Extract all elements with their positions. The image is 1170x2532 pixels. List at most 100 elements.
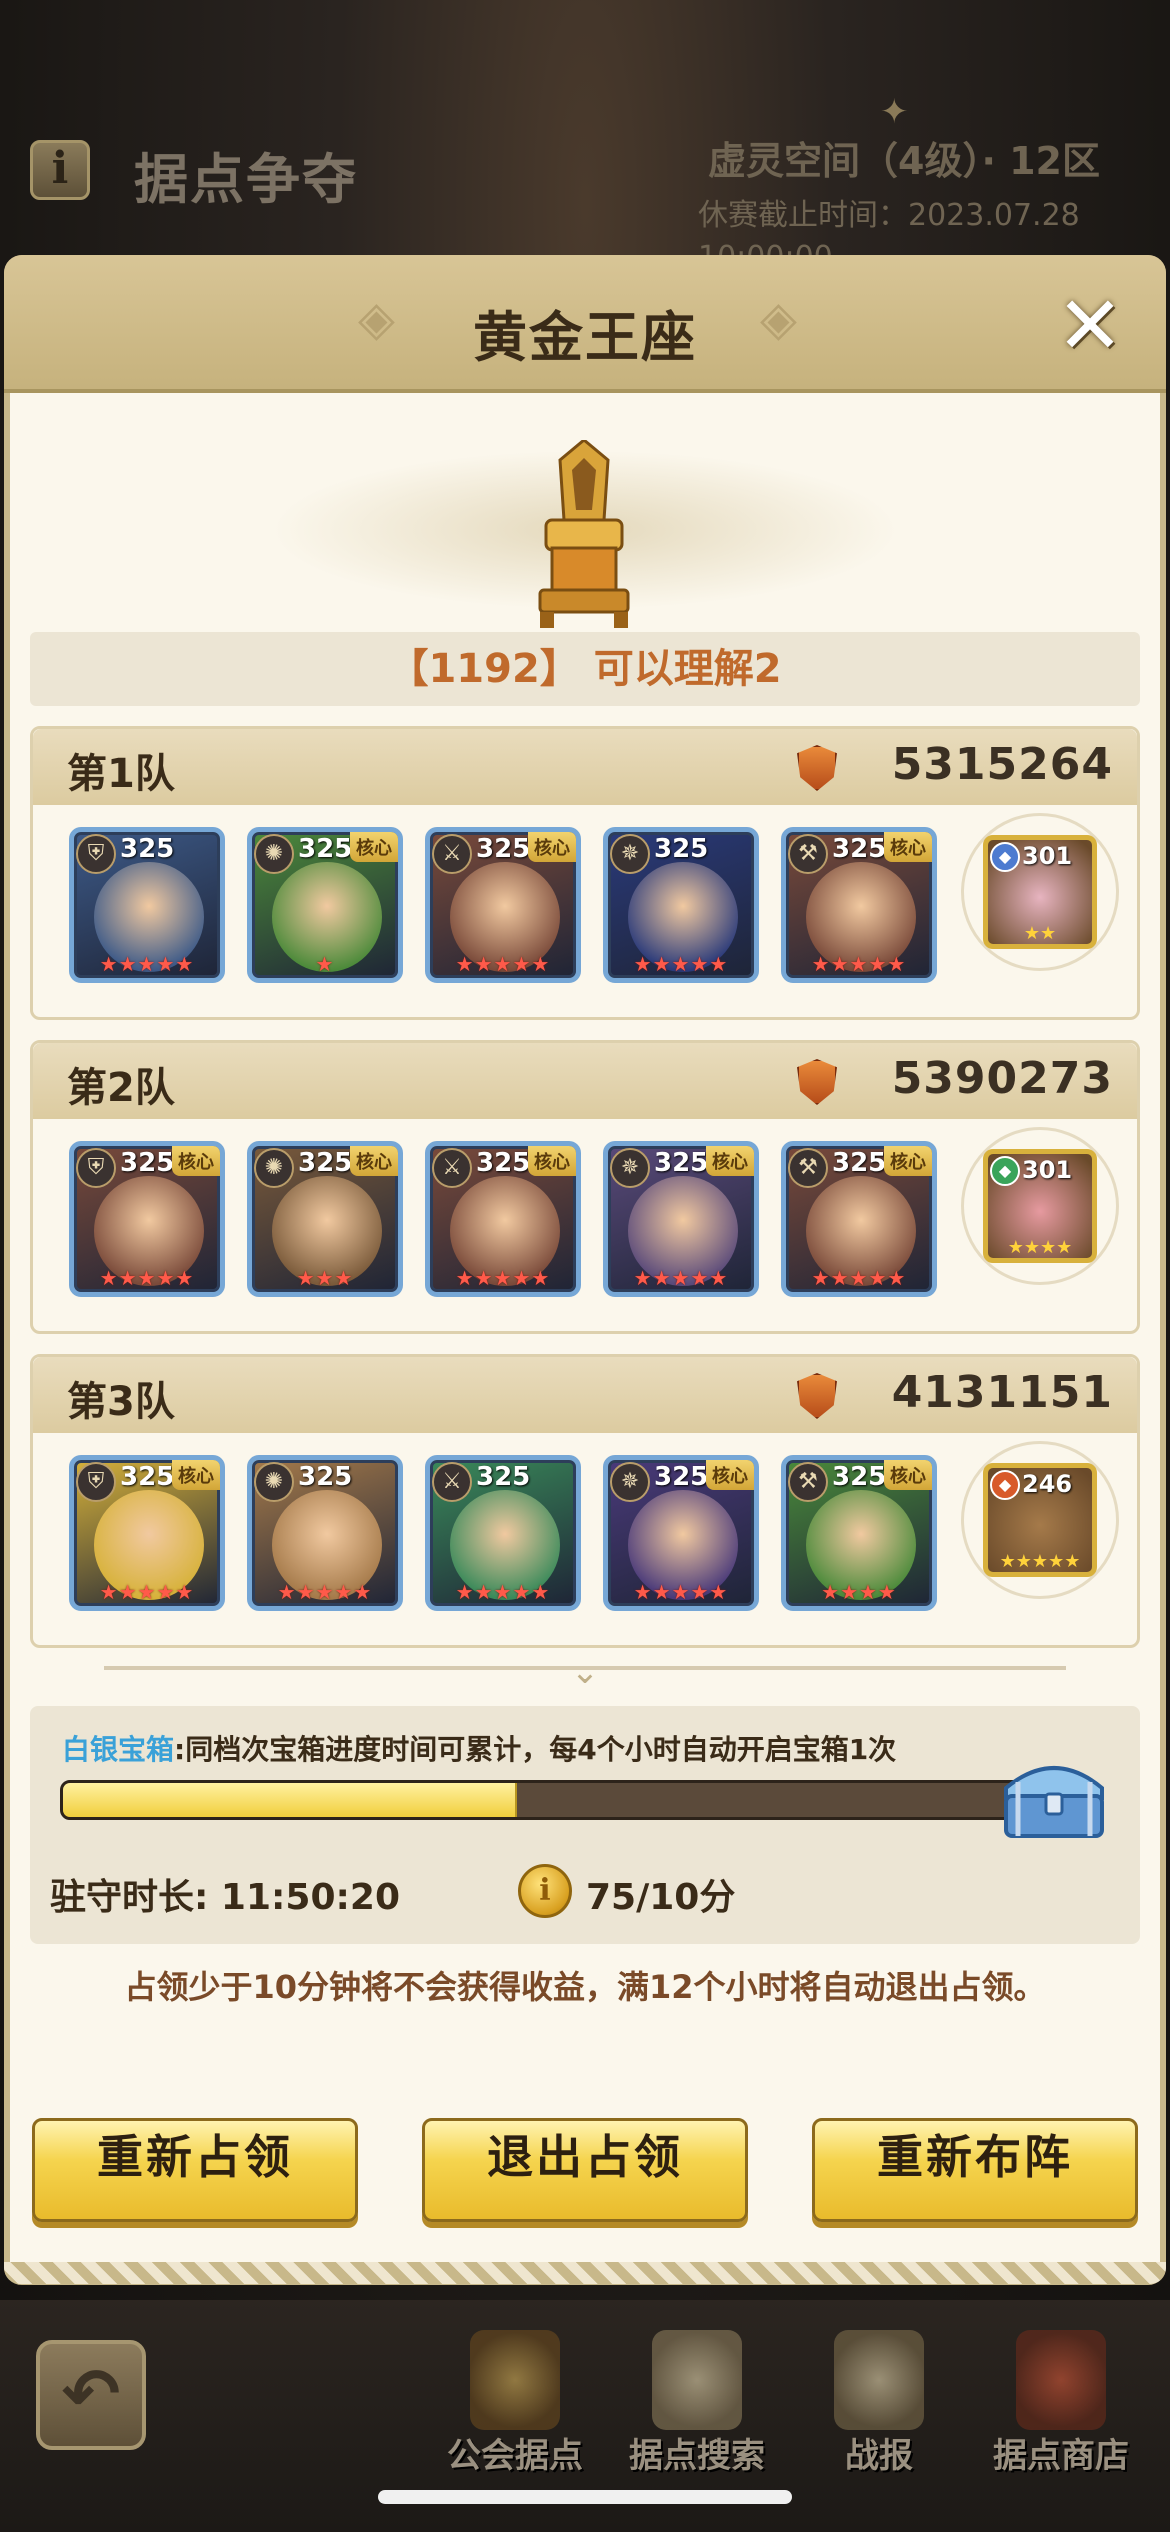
hero-card[interactable]: ⚒ 325 核心 ★★★★ bbox=[781, 1455, 937, 1611]
hero-level: 325 bbox=[298, 1148, 353, 1178]
class-icon: ⛨ bbox=[76, 834, 116, 874]
hero-card[interactable]: ✵ 325 核心 ★★★★★ bbox=[603, 1141, 759, 1297]
pet-stars: ★★★★★ bbox=[999, 1551, 1081, 1572]
nav-stronghold-search[interactable]: 据点搜索 bbox=[612, 2310, 782, 2480]
chevron-down-icon: ⌄ bbox=[570, 1652, 600, 1692]
power-shield-icon bbox=[797, 1059, 837, 1105]
hero-stars: ★★★★★ bbox=[633, 1580, 729, 1604]
core-badge: 核心 bbox=[706, 1460, 754, 1490]
hero-card[interactable]: ⚒ 325 核心 ★★★★★ bbox=[781, 827, 937, 983]
close-icon[interactable]: ✕ bbox=[1052, 286, 1128, 366]
pet-card[interactable]: ◆ 301 ★★★★ bbox=[961, 1127, 1119, 1285]
core-badge: 核心 bbox=[528, 1146, 576, 1176]
class-icon: ⚒ bbox=[788, 1148, 828, 1188]
hero-stars: ★★★★★ bbox=[633, 1266, 729, 1290]
pet-card[interactable]: ◆ 246 ★★★★★ bbox=[961, 1441, 1119, 1599]
team-power: 5315264 bbox=[891, 739, 1113, 790]
class-icon: ✺ bbox=[254, 834, 294, 874]
pet-stars: ★★★★ bbox=[1007, 1237, 1073, 1258]
hero-card[interactable]: ⛨ 325 ★★★★★ bbox=[69, 827, 225, 983]
hero-stars: ★★★★★ bbox=[99, 952, 195, 976]
hero-card[interactable]: ✺ 325 ★★★★★ bbox=[247, 1455, 403, 1611]
power-shield-icon bbox=[797, 745, 837, 791]
hero-stars: ★★★★★ bbox=[277, 1580, 373, 1604]
hero-card[interactable]: ✺ 325 核心 ★ bbox=[247, 827, 403, 983]
hero-stars: ★ bbox=[315, 952, 335, 976]
page-title: 据点争夺 bbox=[134, 148, 358, 211]
core-badge: 核心 bbox=[884, 1460, 932, 1490]
shop-icon bbox=[1016, 2330, 1106, 2430]
core-badge: 核心 bbox=[884, 1146, 932, 1176]
hero-card[interactable]: ⛨ 325 核心 ★★★★★ bbox=[69, 1455, 225, 1611]
core-badge: 核心 bbox=[350, 832, 398, 862]
pet-level: 301 bbox=[1022, 842, 1073, 870]
pet-level: 246 bbox=[1022, 1470, 1073, 1498]
pet-element-icon: ◆ bbox=[990, 1156, 1020, 1186]
hero-level: 325 bbox=[654, 834, 709, 864]
back-arrow-icon[interactable]: ↶ bbox=[36, 2340, 146, 2450]
silver-chest-icon[interactable] bbox=[996, 1748, 1112, 1844]
hero-level: 325 bbox=[654, 1148, 709, 1178]
coin-rate: 75/10分 bbox=[586, 1877, 736, 1918]
hero-card[interactable]: ✵ 325 核心 ★★★★★ bbox=[603, 1455, 759, 1611]
nav-label: 公会据点 bbox=[447, 2436, 583, 2476]
hero-card[interactable]: ⛨ 325 核心 ★★★★★ bbox=[69, 1141, 225, 1297]
pet-card[interactable]: ◆ 301 ★★ bbox=[961, 813, 1119, 971]
hero-stars: ★★★★★ bbox=[99, 1266, 195, 1290]
exit-occupation-button[interactable]: 退出占领 bbox=[422, 2118, 748, 2222]
nav-guild-stronghold[interactable]: 公会据点 bbox=[430, 2310, 600, 2480]
hero-card[interactable]: ⚔ 325 ★★★★★ bbox=[425, 1455, 581, 1611]
scroll-magnifier-icon bbox=[652, 2330, 742, 2430]
power-shield-icon bbox=[797, 1373, 837, 1419]
hero-stars: ★★★★★ bbox=[811, 1266, 907, 1290]
hero-stars: ★★★★★ bbox=[455, 952, 551, 976]
relineup-button[interactable]: 重新布阵 bbox=[812, 2118, 1138, 2222]
core-badge: 核心 bbox=[350, 1146, 398, 1176]
info-icon[interactable]: i bbox=[30, 140, 90, 200]
team-card: 第3队 4131151 ⛨ 325 核心 ★★★★★ ✺ 325 ★★★★★ ⚔ 325 ★★★★★ ✵… bbox=[30, 1354, 1140, 1648]
reward-description: 白银宝箱:同档次宝箱进度时间可累计，每4个小时自动开启宝箱1次 bbox=[62, 1728, 896, 1768]
team-power: 5390273 bbox=[891, 1053, 1113, 1104]
class-icon: ✵ bbox=[610, 834, 650, 874]
pet-element-icon: ◆ bbox=[990, 842, 1020, 872]
hero-level: 325 bbox=[120, 1462, 175, 1492]
hero-stars: ★★★ bbox=[296, 1266, 354, 1290]
pet-level: 301 bbox=[1022, 1156, 1073, 1184]
class-icon: ✺ bbox=[254, 1462, 294, 1502]
team-header: 第2队 5390273 bbox=[33, 1043, 1137, 1119]
team-card: 第2队 5390273 ⛨ 325 核心 ★★★★★ ✺ 325 核心 ★★★ ⚔ 325 核心 ★★★★… bbox=[30, 1040, 1140, 1334]
top-bar: i 据点争夺 ✦ 虚灵空间（4级）· 12区 休赛截止时间：2023.07.28… bbox=[0, 0, 1170, 275]
nav-battle-report[interactable]: 战报 bbox=[794, 2310, 964, 2480]
team-name: 第1队 bbox=[67, 751, 175, 797]
core-badge: 核心 bbox=[172, 1460, 220, 1490]
shield-wings-icon bbox=[470, 2330, 560, 2430]
team-header: 第3队 4131151 bbox=[33, 1357, 1137, 1433]
hero-level: 325 bbox=[654, 1462, 709, 1492]
hero-card[interactable]: ✺ 325 核心 ★★★ bbox=[247, 1141, 403, 1297]
class-icon: ⛨ bbox=[76, 1148, 116, 1188]
hero-level: 325 bbox=[120, 1148, 175, 1178]
reoccupy-button[interactable]: 重新占领 bbox=[32, 2118, 358, 2222]
hero-card[interactable]: ⚔ 325 核心 ★★★★★ bbox=[425, 1141, 581, 1297]
core-badge: 核心 bbox=[884, 832, 932, 862]
nav-stronghold-shop[interactable]: 据点商店 bbox=[976, 2310, 1146, 2480]
hero-card[interactable]: ⚒ 325 核心 ★★★★★ bbox=[781, 1141, 937, 1297]
class-icon: ✵ bbox=[610, 1462, 650, 1502]
hero-level: 325 bbox=[298, 1462, 353, 1492]
home-indicator[interactable] bbox=[378, 2490, 792, 2504]
team-name: 第3队 bbox=[67, 1379, 175, 1425]
core-badge: 核心 bbox=[528, 832, 576, 862]
reward-box: 白银宝箱:同档次宝箱进度时间可累计，每4个小时自动开启宝箱1次 驻守时长: 11… bbox=[30, 1706, 1140, 1944]
chest-rule: :同档次宝箱进度时间可累计，每4个小时自动开启宝箱1次 bbox=[174, 1733, 897, 1766]
team-power: 4131151 bbox=[891, 1367, 1113, 1418]
hero-level: 325 bbox=[832, 1462, 887, 1492]
core-badge: 核心 bbox=[172, 1146, 220, 1176]
class-icon: ⚒ bbox=[788, 834, 828, 874]
hero-card[interactable]: ✵ 325 ★★★★★ bbox=[603, 827, 759, 983]
hold-time: 驻守时长: 11:50:20 bbox=[50, 1877, 401, 1918]
occupant-label: 【1192】 可以理解2 bbox=[30, 632, 1140, 706]
hero-level: 325 bbox=[298, 834, 353, 864]
team-header: 第1队 5315264 bbox=[33, 729, 1137, 805]
pet-portrait: ◆ 301 ★★★★ bbox=[983, 1149, 1097, 1263]
hero-card[interactable]: ⚔ 325 核心 ★★★★★ bbox=[425, 827, 581, 983]
